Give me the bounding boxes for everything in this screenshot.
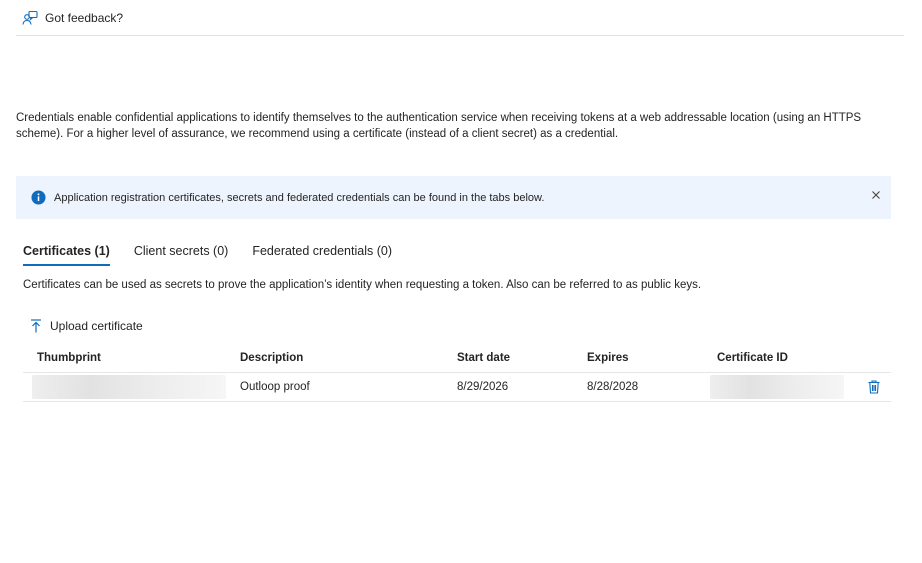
info-icon xyxy=(31,190,46,205)
tab-certificates[interactable]: Certificates (1) xyxy=(23,244,110,266)
thumbprint-cell xyxy=(23,375,240,399)
close-icon[interactable] xyxy=(871,190,881,200)
info-banner-message: Application registration certificates, s… xyxy=(54,191,545,204)
trash-icon[interactable] xyxy=(868,380,880,394)
tab-client-secrets[interactable]: Client secrets (0) xyxy=(134,244,228,264)
upload-certificate-label: Upload certificate xyxy=(50,319,143,333)
redacted-thumbprint xyxy=(32,375,226,399)
start-date-cell: 8/29/2026 xyxy=(457,381,509,393)
column-header-expires: Expires xyxy=(587,352,629,364)
expires-cell: 8/28/2028 xyxy=(587,381,639,393)
certificates-table: Thumbprint Description Start date Expire… xyxy=(23,344,891,402)
feedback-person-icon xyxy=(22,10,38,26)
tab-federated-credentials[interactable]: Federated credentials (0) xyxy=(252,244,392,264)
upload-arrow-icon xyxy=(30,319,42,333)
table-row: Outloop proof 8/29/2026 8/28/2028 xyxy=(23,373,891,402)
certificate-id-cell xyxy=(710,375,857,399)
upload-certificate-button[interactable]: Upload certificate xyxy=(30,319,143,333)
command-bar: Got feedback? xyxy=(16,0,904,36)
credential-tabs: Certificates (1) Client secrets (0) Fede… xyxy=(23,244,416,266)
redacted-certificate-id xyxy=(710,375,844,399)
column-header-thumbprint: Thumbprint xyxy=(37,352,101,364)
credentials-intro-text: Credentials enable confidential applicat… xyxy=(16,112,862,140)
table-header-row: Thumbprint Description Start date Expire… xyxy=(23,344,891,373)
column-header-start-date: Start date xyxy=(457,352,511,364)
column-header-description: Description xyxy=(240,352,304,364)
feedback-button[interactable]: Got feedback? xyxy=(22,10,123,26)
column-header-certificate-id: Certificate ID xyxy=(717,352,788,364)
info-banner: Application registration certificates, s… xyxy=(16,176,891,219)
description-cell: Outloop proof xyxy=(240,381,310,393)
feedback-label: Got feedback? xyxy=(45,10,124,25)
certificates-description: Certificates can be used as secrets to p… xyxy=(23,279,702,291)
